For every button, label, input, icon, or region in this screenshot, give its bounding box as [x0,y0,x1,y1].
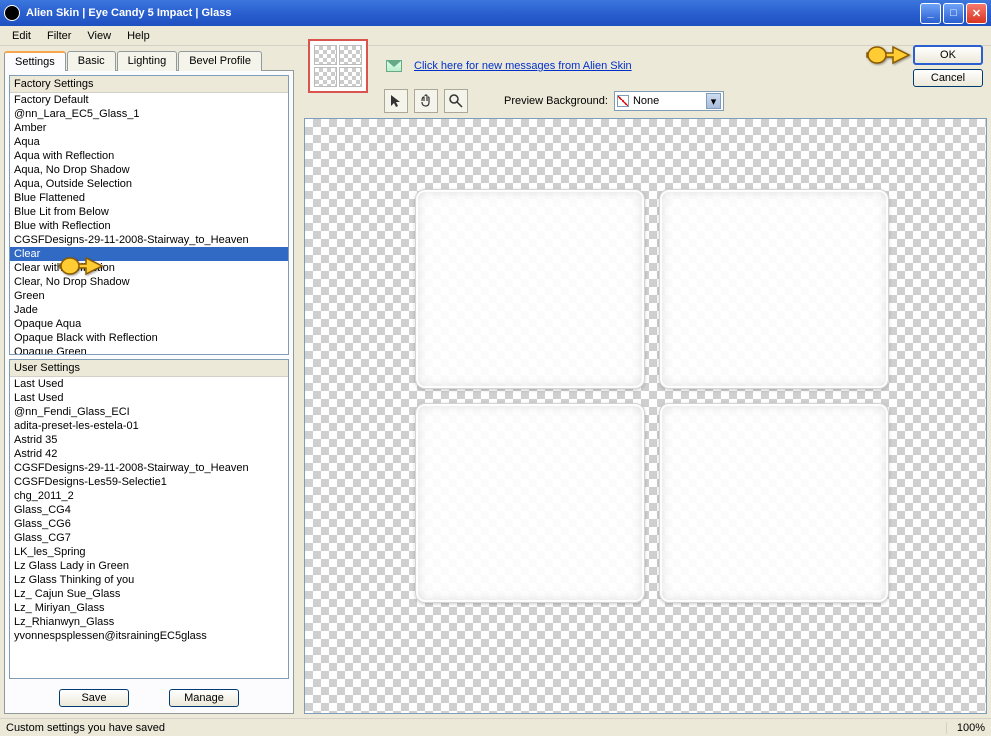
maximize-button[interactable]: □ [943,3,964,24]
list-item[interactable]: Lz_ Cajun Sue_Glass [10,587,288,601]
preview-background-value: None [633,95,659,107]
list-item[interactable]: Lz Glass Thinking of you [10,573,288,587]
factory-settings-listbox[interactable]: Factory Settings Factory Default@nn_Lara… [9,75,289,355]
window-title: Alien Skin | Eye Candy 5 Impact | Glass [26,7,920,19]
list-item[interactable]: Blue Lit from Below [10,205,288,219]
menu-help[interactable]: Help [121,28,156,44]
list-item[interactable]: Aqua with Reflection [10,149,288,163]
list-item[interactable]: Last Used [10,377,288,391]
list-item[interactable]: Green [10,289,288,303]
ok-button[interactable]: OK [913,45,983,65]
titlebar: Alien Skin | Eye Candy 5 Impact | Glass … [0,0,991,26]
user-settings-listbox[interactable]: User Settings Last UsedLast Used@nn_Fend… [9,359,289,679]
message-icon [386,60,402,72]
tab-strip: Settings Basic Lighting Bevel Profile [4,50,294,71]
tab-settings[interactable]: Settings [4,51,66,71]
save-button[interactable]: Save [59,689,129,707]
list-item[interactable]: LK_les_Spring [10,545,288,559]
list-item[interactable]: CGSFDesigns-29-11-2008-Stairway_to_Heave… [10,461,288,475]
list-item[interactable]: yvonnespsplessen@itsrainingEC5glass [10,629,288,643]
list-item[interactable]: CGSFDesigns-Les59-Selectie1 [10,475,288,489]
preview-area[interactable] [304,118,987,714]
cancel-button[interactable]: Cancel [913,69,983,87]
user-settings-header: User Settings [10,360,288,377]
left-panel: Settings Basic Lighting Bevel Profile Fa… [0,46,300,718]
glass-pane [415,189,645,389]
list-item[interactable]: adita-preset-les-estela-01 [10,419,288,433]
list-item[interactable]: chg_2011_2 [10,489,288,503]
list-item[interactable]: Clear [10,247,288,261]
hand-tool-button[interactable] [414,89,438,113]
tab-lighting[interactable]: Lighting [117,51,178,71]
preview-content [415,189,889,603]
glass-pane [415,403,645,603]
zoom-level: 100% [946,722,985,734]
list-item[interactable]: Opaque Black with Reflection [10,331,288,345]
menu-view[interactable]: View [81,28,117,44]
glass-pane [659,403,889,603]
none-swatch-icon [617,95,629,107]
list-item[interactable]: Opaque Aqua [10,317,288,331]
list-item[interactable]: Clear with Reflection [10,261,288,275]
pointer-tool-button[interactable] [384,89,408,113]
list-item[interactable]: @nn_Lara_EC5_Glass_1 [10,107,288,121]
zoom-tool-button[interactable] [444,89,468,113]
right-panel: Click here for new messages from Alien S… [300,46,991,718]
tab-basic[interactable]: Basic [67,51,116,71]
preview-background-dropdown[interactable]: None ▾ [614,91,724,111]
menu-filter[interactable]: Filter [41,28,77,44]
navigator-thumbnail[interactable] [308,39,368,93]
close-button[interactable]: ✕ [966,3,987,24]
list-item[interactable]: Jade [10,303,288,317]
list-item[interactable]: Glass_CG4 [10,503,288,517]
menu-edit[interactable]: Edit [6,28,37,44]
status-text: Custom settings you have saved [6,722,165,734]
list-item[interactable]: Aqua, Outside Selection [10,177,288,191]
tab-body: Factory Settings Factory Default@nn_Lara… [4,71,294,714]
manage-button[interactable]: Manage [169,689,239,707]
list-item[interactable]: Lz Glass Lady in Green [10,559,288,573]
list-item[interactable]: Aqua, No Drop Shadow [10,163,288,177]
menubar: Edit Filter View Help [0,26,991,46]
glass-pane [659,189,889,389]
list-item[interactable]: Opaque Green [10,345,288,354]
list-item[interactable]: Glass_CG7 [10,531,288,545]
list-item[interactable]: Clear, No Drop Shadow [10,275,288,289]
chevron-down-icon: ▾ [706,93,721,109]
factory-settings-header: Factory Settings [10,76,288,93]
minimize-button[interactable]: _ [920,3,941,24]
list-item[interactable]: Amber [10,121,288,135]
app-icon [4,5,20,21]
list-item[interactable]: Last Used [10,391,288,405]
list-item[interactable]: Factory Default [10,93,288,107]
list-item[interactable]: Astrid 42 [10,447,288,461]
list-item[interactable]: Lz_ Miriyan_Glass [10,601,288,615]
list-item[interactable]: CGSFDesigns-29-11-2008-Stairway_to_Heave… [10,233,288,247]
status-bar: Custom settings you have saved 100% [0,718,991,736]
messages-link[interactable]: Click here for new messages from Alien S… [414,60,632,72]
tab-bevel-profile[interactable]: Bevel Profile [178,51,262,71]
list-item[interactable]: @nn_Fendi_Glass_ECI [10,405,288,419]
list-item[interactable]: Blue Flattened [10,191,288,205]
list-item[interactable]: Astrid 35 [10,433,288,447]
list-item[interactable]: Aqua [10,135,288,149]
preview-background-label: Preview Background: [504,95,608,107]
list-item[interactable]: Lz_Rhianwyn_Glass [10,615,288,629]
list-item[interactable]: Blue with Reflection [10,219,288,233]
list-item[interactable]: Glass_CG6 [10,517,288,531]
